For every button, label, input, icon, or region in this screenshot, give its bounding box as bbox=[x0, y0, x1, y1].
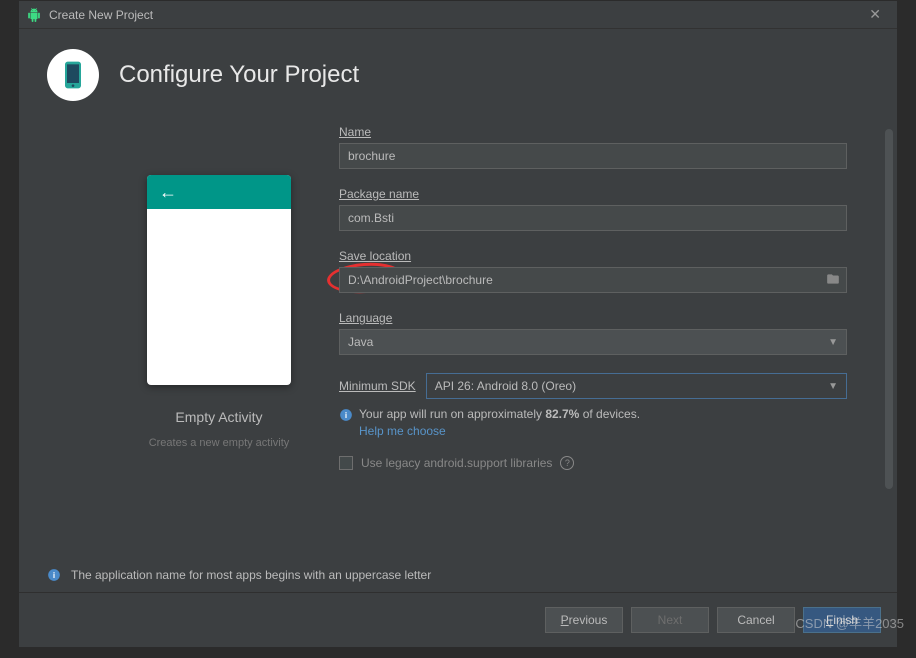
cancel-button[interactable]: Cancel bbox=[717, 607, 795, 633]
package-field-group: Package name bbox=[339, 187, 847, 231]
name-field-group: Name bbox=[339, 125, 847, 169]
phone-preview: ← bbox=[147, 175, 291, 385]
android-icon bbox=[27, 8, 41, 22]
phone-config-icon bbox=[57, 59, 89, 91]
legacy-label: Use legacy android.support libraries bbox=[361, 456, 552, 470]
name-input[interactable] bbox=[339, 143, 847, 169]
folder-icon[interactable] bbox=[825, 272, 841, 286]
package-label: Package name bbox=[339, 187, 847, 201]
info-icon: i bbox=[339, 408, 353, 422]
preview-column: ← Empty Activity Creates a new empty act… bbox=[119, 125, 319, 551]
language-label: Language bbox=[339, 311, 847, 325]
template-description: Creates a new empty activity bbox=[149, 437, 290, 449]
finish-button[interactable]: Finish bbox=[803, 607, 881, 633]
device-coverage-info: i Your app will run on approximately 82.… bbox=[339, 407, 847, 422]
scrollbar[interactable] bbox=[885, 129, 893, 489]
legacy-checkbox[interactable] bbox=[339, 456, 353, 470]
titlebar-title: Create New Project bbox=[49, 8, 861, 22]
save-location-field-group: Save location bbox=[339, 249, 847, 293]
min-sdk-label: Minimum SDK bbox=[339, 379, 416, 393]
titlebar: Create New Project ✕ bbox=[19, 1, 897, 29]
form-column: Name Package name Save location Language… bbox=[319, 125, 877, 551]
hint-bar: i The application name for most apps beg… bbox=[31, 557, 885, 592]
package-input[interactable] bbox=[339, 205, 847, 231]
language-value: Java bbox=[348, 335, 373, 349]
page-title: Configure Your Project bbox=[119, 61, 359, 89]
min-sdk-value: API 26: Android 8.0 (Oreo) bbox=[435, 379, 576, 393]
hint-text: The application name for most apps begin… bbox=[71, 568, 431, 582]
min-sdk-select[interactable]: API 26: Android 8.0 (Oreo) ▼ bbox=[426, 373, 847, 399]
svg-text:i: i bbox=[53, 571, 55, 580]
info-icon: i bbox=[47, 568, 61, 582]
close-icon[interactable]: ✕ bbox=[861, 4, 889, 25]
previous-button[interactable]: Previous bbox=[545, 607, 623, 633]
min-sdk-field-group: Minimum SDK API 26: Android 8.0 (Oreo) ▼… bbox=[339, 373, 847, 438]
language-select[interactable]: Java ▼ bbox=[339, 329, 847, 355]
svg-text:i: i bbox=[345, 411, 347, 420]
name-label: Name bbox=[339, 125, 847, 139]
help-icon[interactable]: ? bbox=[560, 456, 574, 470]
back-arrow-icon: ← bbox=[159, 182, 177, 203]
wizard-window: Create New Project ✕ Configure Your Proj… bbox=[18, 0, 898, 648]
header-icon bbox=[47, 49, 99, 101]
content-area: ← Empty Activity Creates a new empty act… bbox=[19, 125, 897, 551]
device-coverage-text: Your app will run on approximately 82.7%… bbox=[359, 407, 640, 421]
next-button: Next bbox=[631, 607, 709, 633]
phone-topbar: ← bbox=[147, 175, 291, 209]
button-bar: Previous Next Cancel Finish bbox=[19, 592, 897, 647]
help-me-choose-link[interactable]: Help me choose bbox=[359, 424, 847, 438]
template-name: Empty Activity bbox=[175, 409, 262, 425]
language-field-group: Language Java ▼ bbox=[339, 311, 847, 355]
header: Configure Your Project bbox=[19, 29, 897, 125]
chevron-down-icon: ▼ bbox=[828, 337, 838, 348]
chevron-down-icon: ▼ bbox=[828, 381, 838, 392]
save-location-input[interactable] bbox=[339, 267, 847, 293]
save-location-label: Save location bbox=[339, 249, 847, 263]
legacy-support-row: Use legacy android.support libraries ? bbox=[339, 456, 847, 470]
